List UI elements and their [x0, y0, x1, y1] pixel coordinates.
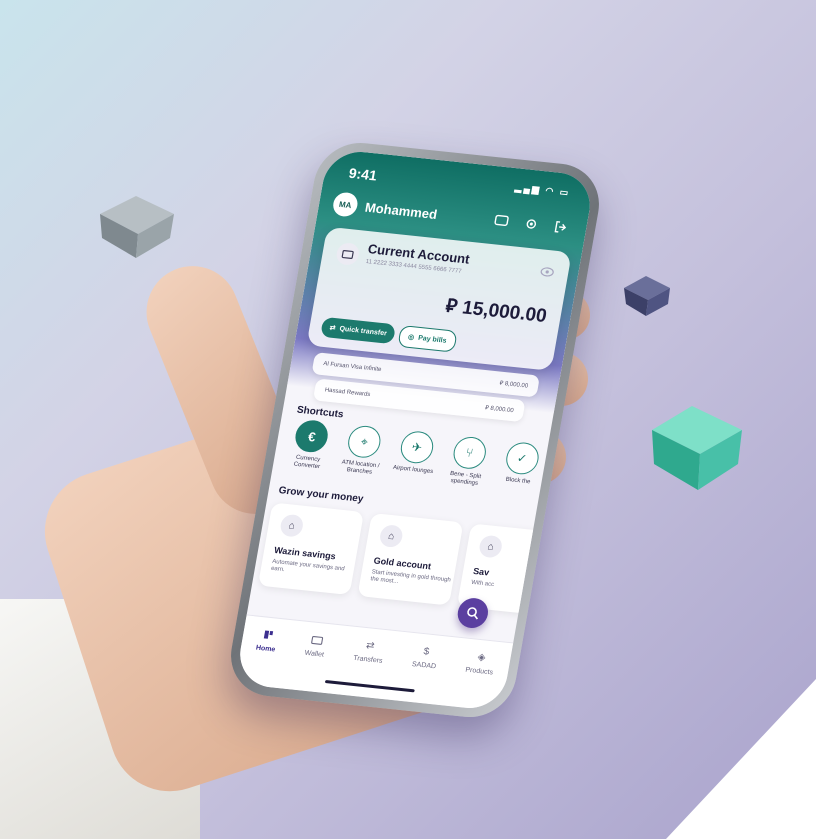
bill-icon: ◎	[407, 333, 415, 342]
product-title: Sav	[472, 565, 491, 578]
gear-icon[interactable]	[518, 212, 544, 236]
corner-decoration	[666, 679, 816, 839]
transfer-icon: ⇄	[365, 639, 376, 652]
shortcut-label: Block the	[505, 476, 531, 486]
location-icon: ⌖	[345, 424, 384, 460]
shortcut-block[interactable]: ✓ Block the	[493, 440, 548, 494]
tab-transfers[interactable]: ⇄ Transfers	[347, 637, 386, 698]
split-icon: ⑂	[450, 435, 489, 471]
sadad-icon: $	[422, 645, 431, 658]
products-icon: ◈	[476, 651, 487, 664]
grow-carousel: ⌂ Wazin savings Automate your savings an…	[257, 502, 563, 616]
tab-sadad[interactable]: $ SADAD	[405, 643, 439, 704]
bell-icon: ⌂	[278, 513, 305, 538]
tab-label: SADAD	[411, 661, 437, 671]
tab-home[interactable]: Home	[249, 627, 279, 687]
status-time: 9:41	[347, 164, 379, 184]
avatar[interactable]: MA	[331, 191, 360, 218]
shortcut-bene-split[interactable]: ⑂ Bene - Split spendings	[440, 435, 495, 489]
sub-account-name: Hassad Rewards	[324, 387, 371, 399]
savings-icon: ⌂	[477, 534, 504, 559]
pay-bills-label: Pay bills	[417, 334, 448, 345]
account-balance: ⃁ 15,000.00	[444, 295, 549, 327]
shield-icon: ✓	[503, 440, 541, 476]
shortcut-currency-converter[interactable]: € Currency Converter	[283, 418, 338, 472]
shortcuts-title: Shortcuts	[296, 404, 345, 421]
gold-icon: ⌂	[378, 524, 405, 549]
currency-icon: €	[293, 418, 331, 454]
shortcut-label: Bene - Split spendings	[449, 470, 482, 487]
pay-bills-button[interactable]: ◎ Pay bills	[397, 324, 458, 353]
shortcut-label: Airport lounges	[392, 464, 434, 476]
tab-wallet[interactable]: Wallet	[298, 632, 327, 692]
airplane-icon: ✈	[398, 429, 436, 465]
grow-title: Grow your money	[277, 485, 365, 505]
product-desc: Automate your savings and earn.	[270, 558, 346, 574]
sub-account-amount: ⃁ 8,000.00	[484, 405, 515, 415]
navy-cube	[624, 276, 670, 316]
tab-label: Home	[255, 644, 276, 654]
shortcut-label: Currency Converter	[293, 454, 321, 471]
shortcut-atm-location[interactable]: ⌖ ATM location / Branches	[335, 424, 390, 478]
smartphone: 9:41 ▂▄▆ ◠ ▭ MA Mohammed Current Account…	[224, 138, 606, 722]
gray-cube	[100, 196, 174, 258]
transfer-icon: ⇄	[329, 324, 337, 333]
search-icon	[467, 607, 479, 620]
product-title: Wazin savings	[273, 545, 337, 562]
tab-label: Wallet	[304, 649, 325, 659]
phone-screen: 9:41 ▂▄▆ ◠ ▭ MA Mohammed Current Account…	[234, 148, 596, 712]
logout-icon[interactable]	[548, 215, 574, 239]
sub-account-name: Al Fursan Visa Infinite	[322, 361, 382, 374]
quick-transfer-button[interactable]: ⇄ Quick transfer	[320, 316, 397, 345]
tab-products[interactable]: ◈ Products	[459, 649, 497, 710]
tab-label: Transfers	[352, 654, 384, 665]
product-title: Gold account	[372, 555, 432, 572]
shortcut-airport-lounges[interactable]: ✈ Airport lounges	[388, 429, 443, 483]
shortcut-label: ATM location / Branches	[341, 459, 380, 476]
home-icon	[260, 627, 276, 642]
sub-account-amount: ⃁ 8,000.00	[499, 380, 529, 390]
product-card-wazin[interactable]: ⌂ Wazin savings Automate your savings an…	[257, 502, 365, 596]
product-desc: With acc	[470, 579, 495, 589]
teal-cube	[652, 406, 742, 490]
product-card-gold[interactable]: ⌂ Gold account Start investing in gold t…	[357, 512, 464, 606]
tab-label: Products	[464, 666, 494, 677]
eye-icon[interactable]	[538, 263, 555, 282]
wallet-icon	[309, 632, 325, 647]
product-desc: Start investing in gold through the most…	[369, 569, 452, 586]
wallet-icon	[334, 241, 361, 267]
quick-transfer-label: Quick transfer	[338, 325, 388, 337]
shortcuts-row: € Currency Converter ⌖ ATM location / Br…	[283, 418, 548, 494]
chat-icon[interactable]	[489, 209, 515, 233]
account-card[interactable]: Current Account 11 2222 3333 4444 5555 6…	[306, 226, 572, 371]
